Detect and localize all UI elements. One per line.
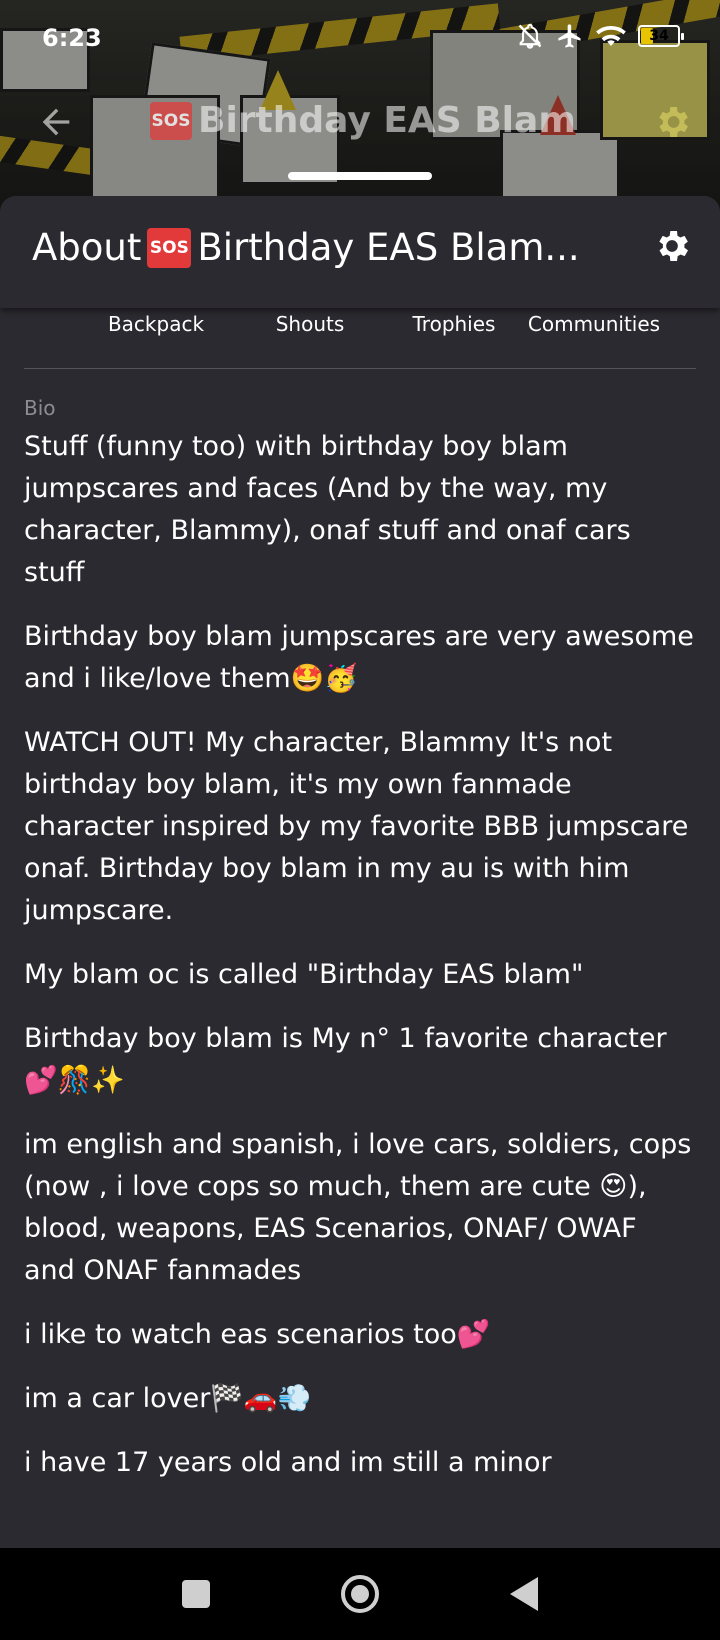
battery-icon: 34 xyxy=(638,25,684,47)
sos-badge: SOS xyxy=(150,101,192,140)
battery-level: 34 xyxy=(649,28,669,44)
divider xyxy=(24,368,696,369)
sheet-settings-button[interactable] xyxy=(650,226,694,270)
recents-button[interactable] xyxy=(168,1568,224,1620)
wifi-icon xyxy=(596,23,626,49)
bio-paragraph: My blam oc is called "Birthday EAS blam" xyxy=(24,959,584,990)
profile-app-bar: SOS Birthday EAS Blam xyxy=(0,88,720,160)
profile-settings-button[interactable] xyxy=(648,100,696,148)
back-button[interactable] xyxy=(32,100,80,148)
gear-icon xyxy=(652,226,692,270)
status-bar: 6:23 34 xyxy=(0,0,720,78)
sheet-drag-handle[interactable] xyxy=(288,172,432,180)
status-time: 6:23 xyxy=(42,24,102,52)
bio-paragraph: i like to watch eas scenarios too💕 xyxy=(24,1319,491,1350)
bio-paragraph: Birthday boy blam jumpscares are very aw… xyxy=(24,621,694,694)
recents-square-icon xyxy=(182,1580,210,1608)
bio-paragraph: WATCH OUT! My character, Blammy It's not… xyxy=(24,727,689,926)
home-circle-icon xyxy=(341,1575,379,1613)
bio-paragraph: im a car lover🏁🚗💨 xyxy=(24,1383,312,1414)
tab-label: Shouts xyxy=(275,312,345,336)
status-icons: 34 xyxy=(516,22,684,50)
sheet-header: About SOS Birthday EAS Blam... xyxy=(0,196,720,308)
system-nav-bar xyxy=(0,1548,720,1640)
sheet-title: About SOS Birthday EAS Blam... xyxy=(32,226,580,269)
back-arrow-icon xyxy=(36,102,76,146)
bio-paragraph: im english and spanish, i love cars, sol… xyxy=(24,1129,692,1286)
gear-icon xyxy=(652,102,692,146)
bio-paragraph: Stuff (funny too) with birthday boy blam… xyxy=(24,431,631,588)
home-button[interactable] xyxy=(332,1568,388,1620)
bio-paragraph: Birthday boy blam is My n° 1 favorite ch… xyxy=(24,1023,667,1096)
system-back-button[interactable] xyxy=(496,1568,552,1620)
tab-label: Backpack xyxy=(107,312,205,336)
tab-label: Communities xyxy=(527,312,661,336)
sheet-title-prefix: About xyxy=(32,226,142,269)
about-sheet: About SOS Birthday EAS Blam... Backpack … xyxy=(0,196,720,1548)
back-triangle-icon xyxy=(510,1577,538,1611)
bell-muted-icon xyxy=(516,22,544,50)
sheet-title-name: Birthday EAS Blam... xyxy=(197,226,580,269)
profile-name: SOS Birthday EAS Blam xyxy=(150,100,576,141)
airplane-icon xyxy=(556,22,584,50)
bio-paragraph: i have 17 years old and im still a minor xyxy=(24,1447,552,1478)
bio-section: Bio Stuff (funny too) with birthday boy … xyxy=(24,396,696,1506)
bio-label: Bio xyxy=(24,396,56,420)
sos-badge: SOS xyxy=(147,227,192,268)
profile-name-text: Birthday EAS Blam xyxy=(198,100,576,141)
